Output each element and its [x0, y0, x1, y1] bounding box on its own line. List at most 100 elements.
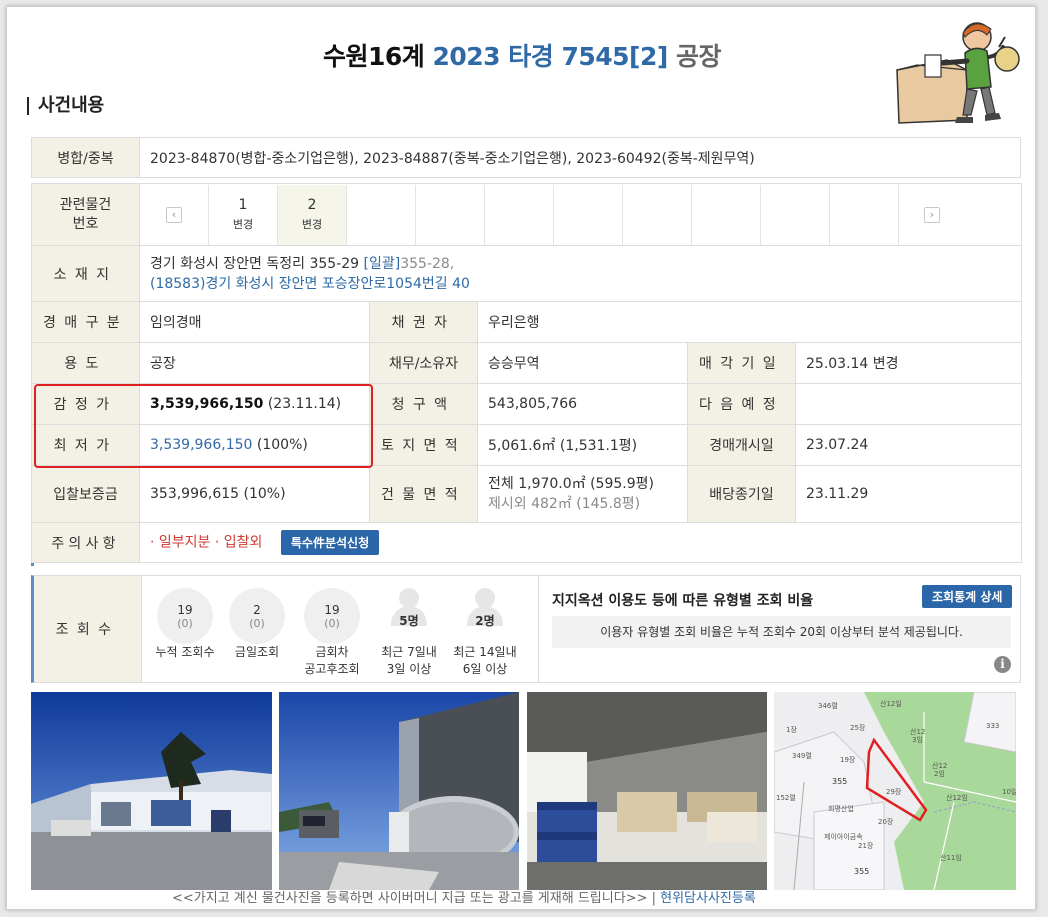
ratio-note: 이용자 유형별 조회 비율은 누적 조회수 20회 이상부터 분석 제공됩니다.	[552, 616, 1011, 648]
land-area-label: 토지면적	[369, 424, 478, 466]
stat-circle: 2 (0)	[229, 588, 285, 644]
map-label: 25장	[850, 723, 866, 732]
notes-value: · 일부지분 · 입찰외 특수件분석신청	[138, 522, 1023, 563]
person-icon: 5명	[381, 588, 437, 644]
deposit-value: 353,996,615 (10%)	[139, 465, 370, 523]
chevron-right-icon[interactable]: ›	[924, 206, 940, 223]
price-highlight-box	[34, 384, 373, 468]
related-prev-cell: ‹	[140, 184, 209, 245]
property-type: 공장	[676, 42, 722, 71]
notes-text: · 일부지분 · 입찰외	[150, 534, 263, 551]
start-date-label: 경매개시일	[687, 424, 796, 466]
merge-value: 2023-84870(병합-중소기업은행), 2023-84887(중복-중소기…	[139, 137, 1021, 178]
start-date-value: 23.07.24	[794, 424, 1023, 466]
court-name: 수원16계	[322, 42, 425, 71]
dividend-date-label: 배당종기일	[687, 465, 796, 523]
stat-round-views: 19 (0) 금회차 공고후조회	[297, 588, 367, 678]
view-stats-panel: 조회수 19 (0) 누적 조회수 2 (0) 금일조회 19 (0) 금회차 공고후조…	[31, 575, 1021, 683]
merge-label: 병합/중복	[31, 137, 140, 178]
related-empty-cell	[623, 184, 692, 245]
sale-date-value: 25.03.14 변경	[794, 342, 1023, 384]
usage-label: 용도	[31, 342, 140, 384]
map-label: 152렬	[776, 794, 796, 802]
related-empty-cell	[347, 184, 416, 245]
special-analysis-button[interactable]: 특수件분석신청	[280, 530, 380, 555]
debtor-value: 승승무역	[477, 342, 688, 384]
related-empty-cell	[761, 184, 830, 245]
map-label: 산12일	[880, 699, 902, 708]
land-area-value: 5,061.6㎡ (1,531.1평)	[477, 424, 688, 466]
stat-circle: 19 (0)	[157, 588, 213, 644]
related-label: 관련물건 번호	[31, 183, 140, 246]
next-schedule-value	[794, 383, 1023, 425]
claim-value: 543,805,766	[477, 383, 688, 425]
map-label: 349렬	[792, 752, 812, 760]
debtor-label: 채무/소유자	[369, 342, 478, 384]
related-empty-cell	[554, 184, 623, 245]
map-label: 355	[854, 867, 869, 876]
stat-circle: 19 (0)	[304, 588, 360, 644]
map-label: 1장	[786, 725, 797, 734]
views-label: 조회수	[34, 576, 142, 682]
location-value: 경기 화성시 장안면 독정리 355-29 [일괄]355-28, (18583…	[138, 245, 1023, 302]
auction-type-value: 임의경매	[139, 301, 370, 343]
related-item-2[interactable]: 2 변경	[278, 184, 347, 245]
map-label: 제이아이금속	[824, 832, 863, 841]
building-area-label: 건물면적	[369, 465, 478, 523]
creditor-value: 우리은행	[476, 301, 1023, 343]
cadastral-map[interactable]: 346렬 산12일 산12 3임 355 29장 희명산업 제이아이금속 산12…	[774, 692, 1016, 890]
location-line2[interactable]: (18583)경기 화성시 장안면 포승장안로1054번길 40	[150, 276, 470, 292]
map-label: 29장	[886, 787, 902, 796]
deposit-label: 입찰보증금	[31, 465, 140, 523]
map-label: 3임	[912, 736, 923, 744]
info-icon[interactable]: i	[994, 656, 1011, 673]
related-empty-cell	[416, 184, 485, 245]
map-label: 산12	[910, 727, 925, 736]
next-schedule-label: 다음예정	[687, 383, 796, 425]
stat-total-views: 19 (0) 누적 조회수	[150, 588, 220, 661]
map-label: 21장	[858, 841, 874, 850]
chevron-left-icon[interactable]: ‹	[166, 206, 182, 223]
register-photo-link[interactable]: 현위담사사진등록	[660, 891, 756, 906]
building-area-extra: 제시외 482㎡ (145.8평)	[488, 496, 641, 512]
map-label: 산12	[932, 761, 947, 770]
building-area-total: 전체 1,970.0㎡ (595.9평)	[488, 476, 654, 492]
auction-type-label: 경매구분	[31, 301, 140, 343]
ratio-title: 지지옥션 이용도 등에 따른 유형별 조회 비율	[552, 593, 814, 609]
map-label: 333	[986, 722, 999, 730]
mascot-illustration	[896, 22, 1020, 124]
map-label: 희명산업	[828, 804, 854, 813]
property-photo-2[interactable]	[279, 692, 519, 890]
location-label: 소재지	[31, 245, 140, 302]
stat-7day-users: 5명 최근 7일내 3일 이상	[374, 588, 444, 678]
claim-label: 청구액	[369, 383, 478, 425]
related-empty-cell	[692, 184, 761, 245]
related-empty-cell	[485, 184, 554, 245]
map-label: 19장	[840, 755, 856, 764]
map-label: 산11임	[940, 853, 962, 862]
related-item-1[interactable]: 1 변경	[209, 184, 278, 245]
stat-today-views: 2 (0) 금일조회	[222, 588, 292, 661]
case-number: 2023 타경 7545[2]	[432, 42, 668, 71]
creditor-label: 채권자	[369, 301, 478, 343]
location-line1: 경기 화성시 장안면 독정리 355-29	[150, 255, 360, 272]
view-stats-detail-button[interactable]: 조회통계 상세	[922, 585, 1013, 608]
bulk-rest: 355-28,	[400, 255, 455, 272]
notes-label: 주의사항	[31, 522, 140, 563]
sale-date-label: 매각기일	[687, 342, 796, 384]
property-photo-1[interactable]	[31, 692, 272, 890]
photo-caption: <<가지고 계신 물건사진을 등록하면 사이버머니 지급 또는 광고를 게재해 …	[172, 887, 756, 906]
page-title: 수원16계 2023 타경 7545[2] 공장	[7, 37, 1035, 73]
bulk-link[interactable]: [일괄]	[364, 256, 401, 272]
caption-text: <<가지고 계신 물건사진을 등록하면 사이버머니 지급 또는 광고를 게재해 …	[172, 891, 656, 906]
person-icon: 2명	[457, 588, 513, 644]
related-items: ‹ 1 변경 2 변경 ›	[138, 183, 1023, 246]
section-title: 사건내용	[27, 97, 104, 115]
panel-divider	[538, 576, 539, 682]
property-photo-3[interactable]	[527, 692, 767, 890]
stat-14day-users: 2명 최근 14일내 6일 이상	[450, 588, 520, 678]
related-next-cell: ›	[899, 185, 965, 245]
map-label: 20장	[878, 817, 894, 826]
usage-value: 공장	[139, 342, 370, 384]
map-label: 346렬	[818, 702, 838, 710]
